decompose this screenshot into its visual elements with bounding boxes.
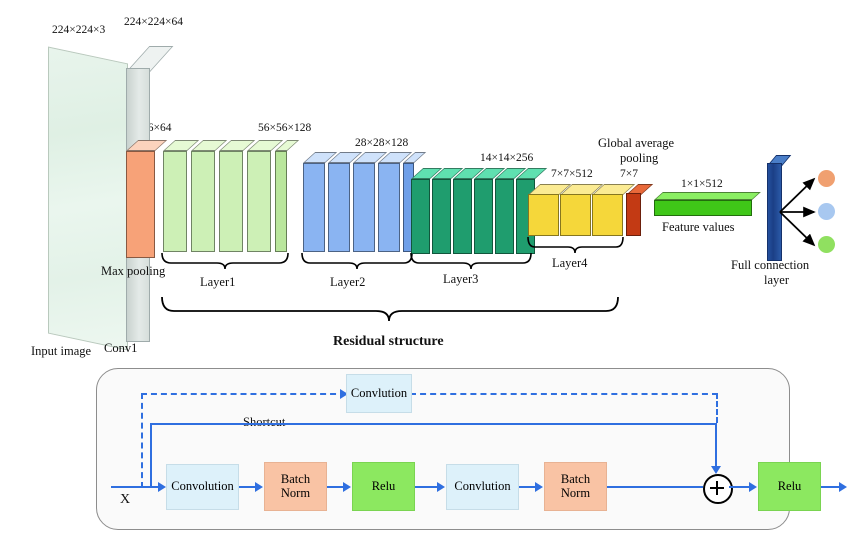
- identity-line-right: [150, 423, 717, 425]
- identity-line-up: [150, 423, 152, 486]
- brace-layer3: [409, 252, 533, 270]
- layer4-block-2: [560, 184, 604, 236]
- arrowhead-conv1-to-bn1: [255, 482, 263, 492]
- output-dot-1: [818, 170, 835, 187]
- layer2-block-3: [353, 152, 388, 252]
- global-average-pooling-block: [626, 184, 654, 236]
- label-layer4-out-dims: 7×7×512: [551, 168, 593, 180]
- arrow-add-to-relu2: [729, 486, 751, 488]
- arrowhead-relu1-to-conv2: [437, 482, 445, 492]
- caption-residual-structure: Residual structure: [333, 334, 444, 349]
- label-conv1-dims: 224×224×64: [124, 16, 183, 28]
- residual-conv-2[interactable]: Convlution: [446, 464, 519, 510]
- arrow-relu2-output: [821, 486, 841, 488]
- arrowhead-conv2-to-bn2: [535, 482, 543, 492]
- caption-max-pooling: Max pooling: [101, 264, 166, 278]
- feature-values-bar: [654, 192, 761, 216]
- add-operator-icon: [703, 474, 733, 504]
- layer1-block-3: [219, 140, 256, 252]
- caption-gap-line2: pooling: [620, 151, 659, 165]
- batchnorm-1-line1: Batch: [280, 472, 311, 486]
- shortcut-dash-up: [141, 393, 143, 488]
- arrow-relu1-to-conv2: [415, 486, 439, 488]
- layer4-block-3: [592, 184, 636, 236]
- label-layer3-out-dims: 14×14×256: [480, 152, 534, 164]
- residual-relu-2[interactable]: Relu: [758, 462, 821, 511]
- layer3-block-1: [411, 168, 443, 254]
- output-dot-3: [818, 236, 835, 253]
- arrowhead-relu2-output: [839, 482, 847, 492]
- layer4-block-1: [528, 184, 572, 236]
- caption-layer3: Layer3: [443, 272, 479, 286]
- caption-fc-line2: layer: [764, 273, 789, 287]
- caption-input-image: Input image: [31, 344, 92, 358]
- arrowhead-add-to-relu2: [749, 482, 757, 492]
- layer3-block-2: [432, 168, 464, 254]
- hand-photo: [61, 122, 119, 284]
- label-gap-dims: 7×7: [620, 168, 638, 180]
- input-arrow-x: [111, 486, 160, 488]
- layer2-block-4: [378, 152, 413, 252]
- brace-layer2: [300, 252, 414, 270]
- residual-batchnorm-1[interactable]: Batch Norm: [264, 462, 327, 511]
- label-layer2-out-dims: 28×28×128: [355, 137, 409, 149]
- caption-gap-line1: Global average: [598, 136, 675, 150]
- layer1-block-1: [163, 140, 200, 252]
- caption-layer2: Layer2: [330, 275, 366, 289]
- layer2-block-1: [303, 152, 338, 252]
- batchnorm-2-line1: Batch: [560, 472, 591, 486]
- arrowhead-bn1-to-relu1: [343, 482, 351, 492]
- label-input-dims: 224×224×3: [52, 24, 106, 36]
- caption-layer1: Layer1: [200, 275, 236, 289]
- batchnorm-1-line2: Norm: [280, 485, 311, 500]
- shortcut-dash-right: [410, 393, 718, 395]
- layer2-block-2: [328, 152, 363, 252]
- residual-batchnorm-2[interactable]: Batch Norm: [544, 462, 607, 511]
- residual-relu-1[interactable]: Relu: [352, 462, 415, 511]
- batchnorm-2-line2: Norm: [560, 485, 591, 500]
- caption-conv1: Conv1: [104, 341, 138, 355]
- shortcut-dash-left: [141, 393, 346, 395]
- caption-fc-line1: Full connection: [731, 258, 810, 272]
- caption-layer4: Layer4: [552, 256, 588, 270]
- layer3-block-4: [474, 168, 506, 254]
- shortcut-dash-down: [716, 393, 718, 423]
- input-image-plane: [48, 46, 128, 351]
- layer1-end-cap: [275, 140, 300, 252]
- identity-arrowhead-into-add: [711, 466, 721, 474]
- layer1-block-4: [247, 140, 284, 252]
- layer1-block-2: [191, 140, 228, 252]
- input-label-x: X: [120, 492, 131, 507]
- label-feature-dims: 1×1×512: [681, 178, 723, 190]
- brace-layer4: [526, 236, 625, 254]
- maxpool-block: [126, 140, 168, 258]
- shortcut-convolution-box[interactable]: Convlution: [346, 374, 412, 413]
- layer3-block-5: [495, 168, 527, 254]
- label-layer1-out-dims: 56×56×128: [258, 122, 312, 134]
- identity-line-down: [715, 423, 717, 469]
- layer3-block-3: [453, 168, 485, 254]
- residual-conv-1[interactable]: Convolution: [166, 464, 239, 510]
- arrow-bn2-to-add: [607, 486, 703, 488]
- input-arrowhead-x: [158, 482, 166, 492]
- brace-layer1: [160, 252, 290, 270]
- caption-feature-values: Feature values: [662, 220, 735, 234]
- output-dot-2: [818, 203, 835, 220]
- brace-residual-structure: [160, 296, 620, 322]
